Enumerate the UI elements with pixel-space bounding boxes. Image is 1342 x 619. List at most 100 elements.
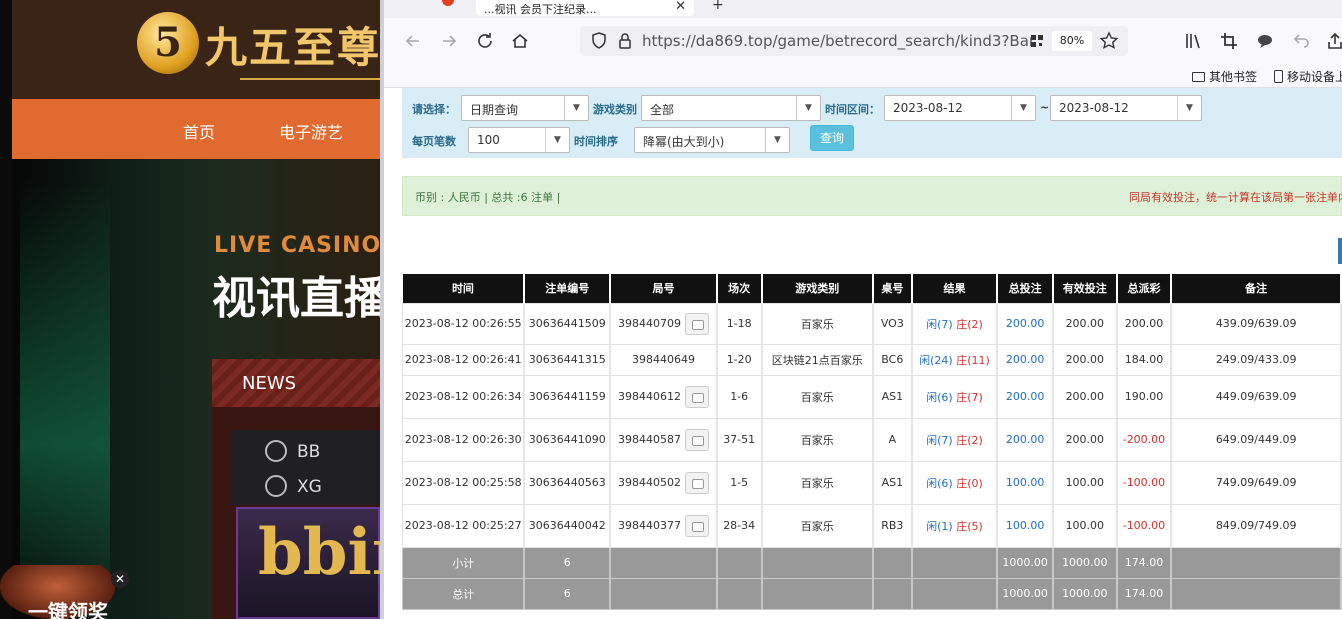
bookmark-other[interactable]: 其他书签 [1192, 68, 1257, 85]
promo-close-icon[interactable]: ✕ [111, 570, 129, 588]
home-icon[interactable] [509, 30, 531, 52]
valid-bet-cell: 200.00 [1052, 343, 1118, 376]
column-header: 游戏类别 [761, 274, 875, 303]
hero-glow [20, 180, 110, 619]
crop-icon[interactable] [1218, 30, 1240, 52]
tab-close-icon[interactable]: ✕ [675, 0, 686, 14]
new-tab-icon[interactable]: + [712, 0, 724, 13]
xg-logo-icon [265, 475, 287, 497]
result-player[interactable]: 闲(1) [926, 520, 953, 533]
live-casino-title-en: LIVE CASINO [214, 233, 380, 258]
background-dark-strip [0, 0, 12, 619]
star-icon[interactable] [1098, 30, 1120, 52]
folder-icon [1192, 72, 1205, 82]
result-banker[interactable]: 庄(11) [956, 354, 990, 367]
bbin-banner[interactable]: bbin [236, 507, 380, 619]
result-player[interactable]: 闲(6) [926, 391, 953, 404]
action-button-edge[interactable] [1338, 238, 1342, 264]
chevron-down-icon: ▼ [765, 128, 789, 152]
subtotal-row-empty [911, 546, 999, 579]
forward-arrow-icon[interactable] [438, 30, 460, 52]
round-replay-icon[interactable] [685, 385, 710, 408]
range-separator: ~ [1040, 101, 1050, 114]
total-bet-cell[interactable]: 100.00 [996, 460, 1055, 505]
total-bet-cell[interactable]: 200.00 [996, 417, 1055, 462]
lock-icon[interactable] [614, 30, 636, 52]
total-bet-cell[interactable]: 200.00 [996, 374, 1055, 419]
mobile-device-icon [1274, 70, 1283, 83]
query-button[interactable]: 查询 [810, 125, 854, 151]
game-type-cell: 百家乐 [761, 460, 875, 505]
result-banker[interactable]: 庄(7) [956, 391, 983, 404]
total-bet-cell[interactable]: 100.00 [996, 503, 1055, 548]
page-size-select[interactable]: 100 ▼ [468, 127, 570, 153]
chat-icon[interactable] [1254, 30, 1276, 52]
bookmark-mobile[interactable]: 移动设备上 [1274, 68, 1342, 85]
total-bet-cell[interactable]: 200.00 [996, 302, 1055, 345]
news-label: NEWS [242, 373, 297, 394]
table-row: 2023-08-12 00:26:34 30636441159 398440612 1… [402, 374, 1342, 419]
result-banker[interactable]: 庄(0) [956, 477, 983, 490]
site-logo-text[interactable]: 九五至尊 [205, 14, 380, 75]
url-bar[interactable]: https://da869.top/game/betrecord_search/… [580, 26, 1128, 56]
library-icon[interactable] [1182, 30, 1204, 52]
zoom-level-badge[interactable]: 80% [1052, 31, 1092, 51]
round-replay-icon[interactable] [685, 312, 710, 335]
provider-bb[interactable]: BB [265, 440, 320, 462]
date-from-select[interactable]: 2023-08-12 ▼ [884, 95, 1036, 121]
table-row: 2023-08-12 00:25:58 30636440563 398440502 1… [402, 460, 1342, 505]
table-header-row: 时间 注单编号 局号 场次 游戏类别 桌号 结果 总投注 有效投注 总派彩 备注 [402, 274, 1342, 303]
bet-id-cell: 30636441159 [523, 374, 612, 419]
table-row: 2023-08-12 00:26:41 30636441315 398440649 1… [402, 343, 1342, 376]
round-number: 398440502 [618, 475, 682, 489]
promo-claim-text[interactable]: 一键领奖 [28, 596, 108, 619]
undo-icon[interactable] [1290, 30, 1312, 52]
chevron-down-icon: ▼ [545, 128, 569, 152]
provider-xg[interactable]: XG [265, 475, 322, 497]
result-player[interactable]: 闲(6) [926, 477, 953, 490]
result-banker[interactable]: 庄(5) [956, 520, 983, 533]
summary-notice: 同局有效投注，统一计算在该局第一张注单内 [1129, 191, 1342, 204]
nav-item-slots[interactable]: 电子游艺 [279, 119, 343, 143]
news-bar[interactable]: NEWS [212, 359, 380, 407]
site-logo-emblem[interactable]: 5 [137, 12, 199, 74]
note-cell: 439.09/639.09 [1170, 302, 1342, 345]
grandtotal-row-empty [1170, 577, 1342, 610]
nav-item-home[interactable]: 首页 [183, 119, 215, 143]
round-number: 398440377 [618, 518, 682, 532]
bookmarks-bar: 其他书签 移动设备上 [384, 66, 1342, 88]
select-type-label: 请选择： [412, 103, 456, 116]
table-body: 2023-08-12 00:26:55 30636441509 398440709 1… [402, 302, 1342, 610]
result-player[interactable]: 闲(7) [926, 434, 953, 447]
back-arrow-icon[interactable] [402, 30, 424, 52]
date-to-select[interactable]: 2023-08-12 ▼ [1050, 95, 1202, 121]
bb-chip-icon [265, 440, 287, 462]
result-banker[interactable]: 庄(2) [956, 318, 983, 331]
qr-code-icon[interactable] [1026, 30, 1048, 52]
column-header: 有效投注 [1053, 274, 1118, 303]
subtotal-row-label: 小计 [402, 546, 526, 579]
result-player[interactable]: 闲(24) [919, 354, 953, 367]
result-player[interactable]: 闲(7) [926, 318, 953, 331]
column-header: 局号 [610, 274, 718, 303]
time-sort-select[interactable]: 降幂(由大到小) ▼ [634, 127, 790, 153]
round-replay-icon[interactable] [685, 428, 710, 451]
query-type-select[interactable]: 日期查询 ▼ [461, 95, 589, 121]
bet-id-cell: 30636440042 [523, 503, 612, 548]
round-replay-icon[interactable] [685, 471, 710, 494]
note-cell: 849.09/749.09 [1170, 503, 1342, 548]
total-bet-cell[interactable]: 200.00 [996, 343, 1055, 376]
shield-icon[interactable] [588, 30, 610, 52]
subtotal-row-empty [609, 546, 718, 579]
subtotal-row-empty [761, 546, 875, 579]
share-icon[interactable] [1324, 30, 1342, 52]
column-header: 场次 [716, 274, 763, 303]
result-banker[interactable]: 庄(2) [956, 434, 983, 447]
game-type-select[interactable]: 全部 ▼ [641, 95, 821, 121]
round-number-cell: 398440612 [609, 374, 718, 419]
round-replay-icon[interactable] [685, 514, 710, 537]
url-text[interactable]: https://da869.top/game/betrecord_search/… [642, 32, 1032, 50]
reload-icon[interactable] [474, 30, 496, 52]
tab-active[interactable]: ...视讯 会员下注纪录... ✕ [476, 0, 694, 16]
bet-time-cell: 2023-08-12 00:26:34 [402, 374, 526, 419]
